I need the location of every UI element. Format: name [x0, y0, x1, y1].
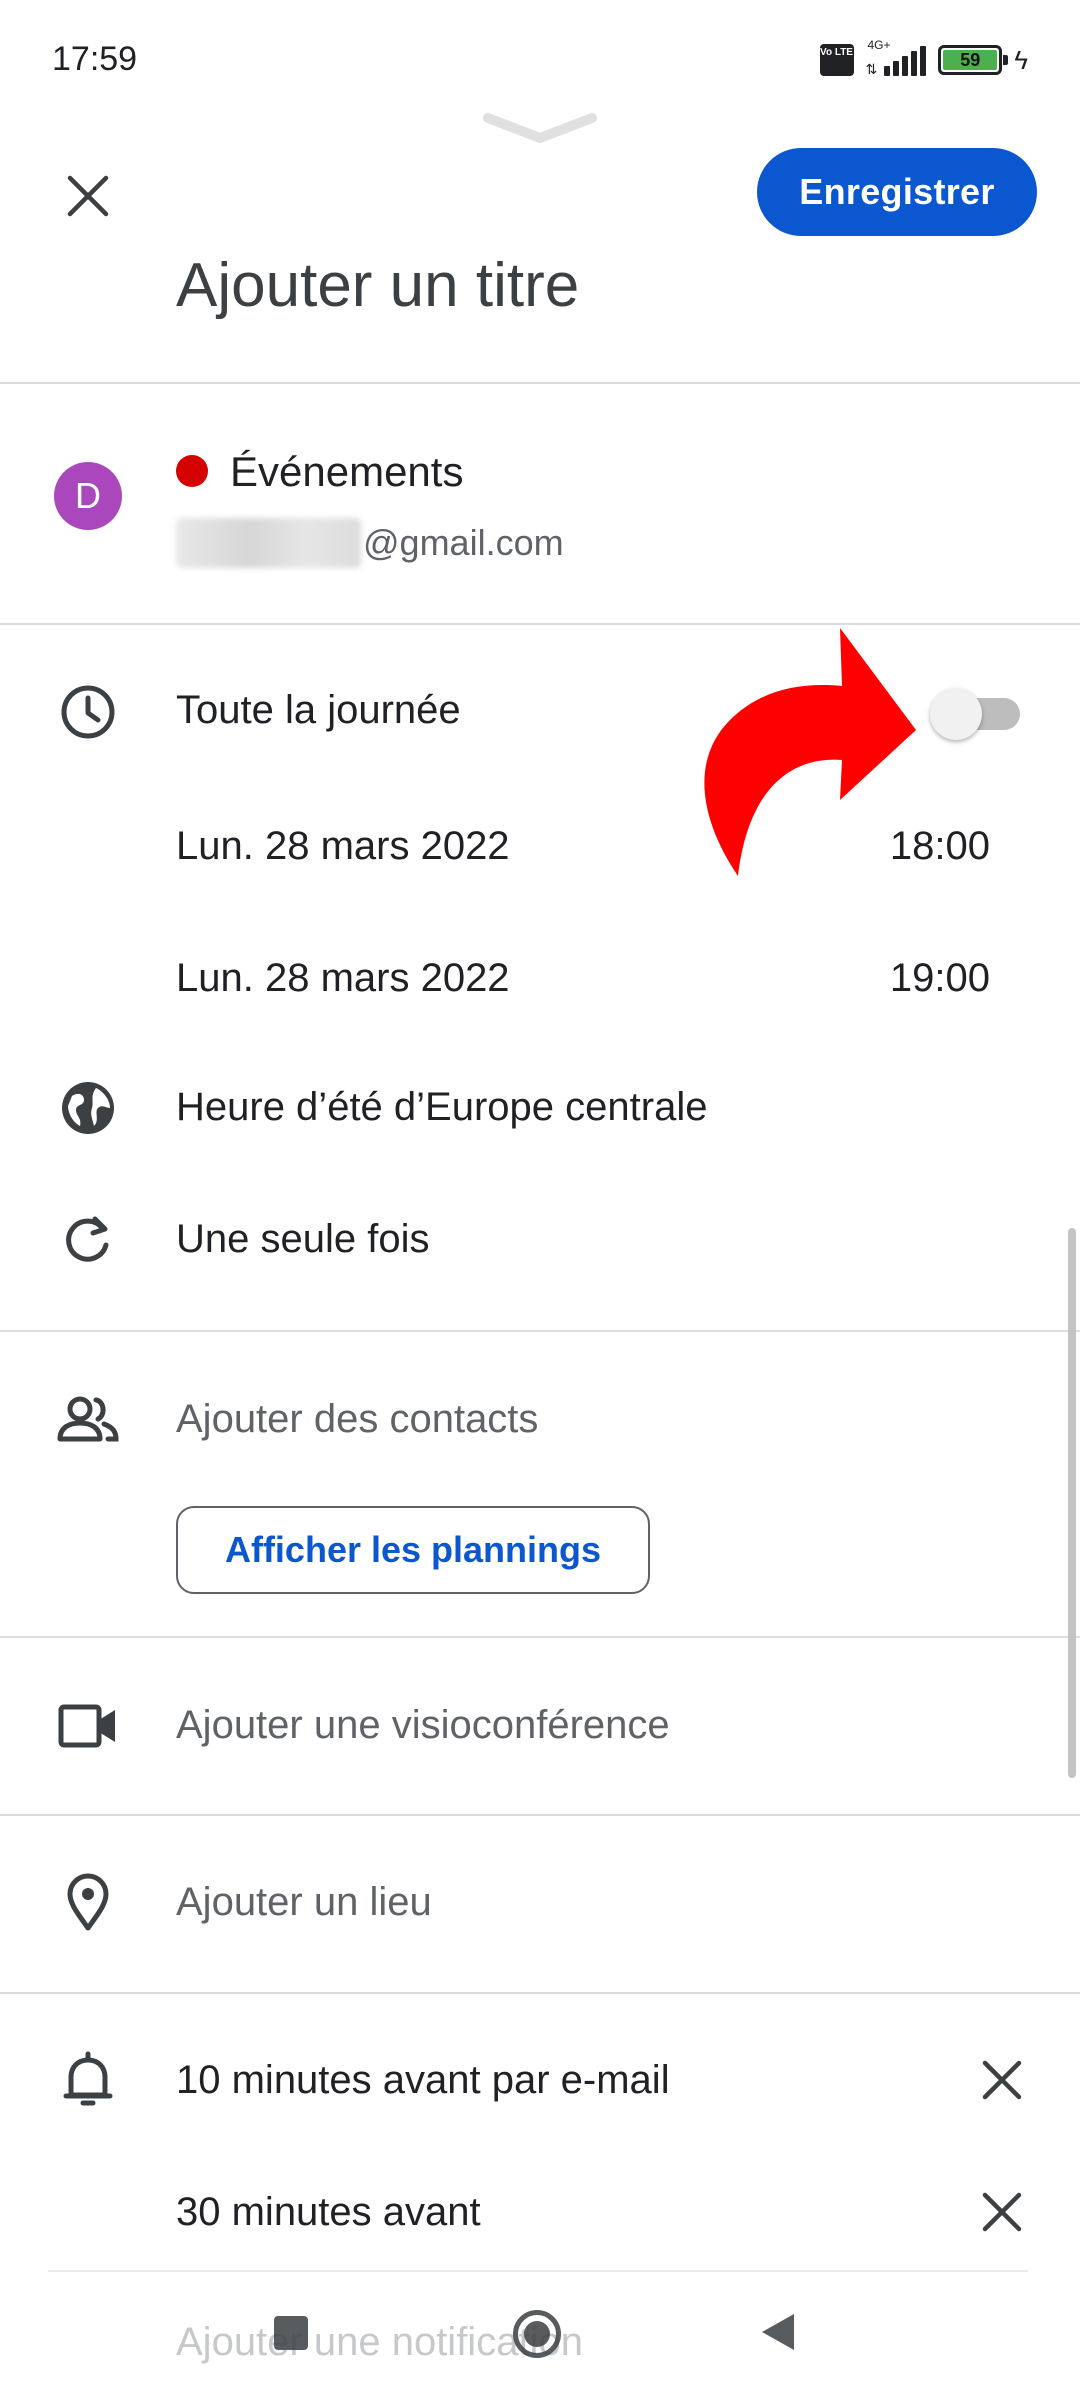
close-icon: [982, 2060, 1022, 2100]
toggle-thumb: [930, 688, 982, 740]
battery-level: 59: [943, 50, 998, 70]
scrollbar[interactable]: [1068, 1228, 1076, 1778]
divider: [0, 1992, 1080, 1994]
battery-icon: 59: [938, 45, 1009, 75]
status-bar: 17:59 Vo LTE 4G+ ⇅ 59 ϟ: [0, 0, 1080, 120]
notification-item[interactable]: 10 minutes avant par e-mail: [176, 2058, 670, 2103]
email-domain: @gmail.com: [363, 522, 564, 563]
remove-notification-button[interactable]: [964, 2042, 1040, 2118]
close-icon: [67, 175, 109, 217]
divider: [0, 382, 1080, 384]
close-icon: [982, 2192, 1022, 2232]
calendar-color-dot: [176, 455, 208, 487]
close-button[interactable]: [52, 160, 124, 232]
timezone[interactable]: Heure d’été d’Europe centrale: [176, 1085, 707, 1130]
location-pin-icon: [52, 1866, 124, 1938]
all-day-toggle[interactable]: [930, 688, 1020, 740]
add-conference[interactable]: Ajouter une visioconférence: [176, 1703, 670, 1748]
signal-icon: 4G+ ⇅: [865, 38, 927, 77]
back-icon[interactable]: [760, 2312, 796, 2352]
redacted-email-user: [176, 518, 361, 568]
divider: [0, 1814, 1080, 1816]
all-day-label[interactable]: Toute la journée: [176, 688, 461, 733]
remove-notification-button[interactable]: [964, 2174, 1040, 2250]
add-location[interactable]: Ajouter un lieu: [176, 1880, 432, 1925]
calendar-name[interactable]: Événements: [230, 448, 463, 496]
chevron-down-icon[interactable]: [480, 110, 600, 150]
bolt-icon: ϟ: [1014, 44, 1028, 75]
view-schedules-button[interactable]: Afficher les plannings: [176, 1506, 650, 1594]
notification-item[interactable]: 30 minutes avant: [176, 2190, 481, 2235]
recurrence[interactable]: Une seule fois: [176, 1217, 429, 1262]
end-date[interactable]: Lun. 28 mars 2022: [176, 956, 510, 1001]
divider: [0, 1636, 1080, 1638]
account-email: @gmail.com: [176, 518, 564, 568]
globe-icon: [52, 1072, 124, 1144]
repeat-icon: [52, 1204, 124, 1276]
add-contacts[interactable]: Ajouter des contacts: [176, 1397, 538, 1442]
people-icon: [52, 1384, 124, 1456]
status-time: 17:59: [52, 40, 138, 78]
recents-icon[interactable]: [274, 2316, 308, 2350]
home-icon[interactable]: [513, 2310, 561, 2358]
divider: [0, 1330, 1080, 1332]
volte-icon: Vo LTE: [819, 44, 854, 76]
network-type: 4G+: [867, 38, 891, 52]
end-time[interactable]: 19:00: [890, 956, 990, 1001]
bell-icon: [52, 2044, 124, 2116]
clock-icon: [52, 676, 124, 748]
title-input[interactable]: Ajouter un titre: [176, 250, 579, 321]
avatar[interactable]: D: [54, 462, 122, 530]
start-date[interactable]: Lun. 28 mars 2022: [176, 824, 510, 869]
annotation-arrow-icon: [704, 628, 916, 876]
video-camera-icon: [52, 1690, 124, 1762]
status-icons: Vo LTE 4G+ ⇅ 59 ϟ: [819, 38, 1028, 80]
data-arrows-icon: ⇅: [865, 61, 878, 77]
save-button[interactable]: Enregistrer: [757, 148, 1037, 236]
